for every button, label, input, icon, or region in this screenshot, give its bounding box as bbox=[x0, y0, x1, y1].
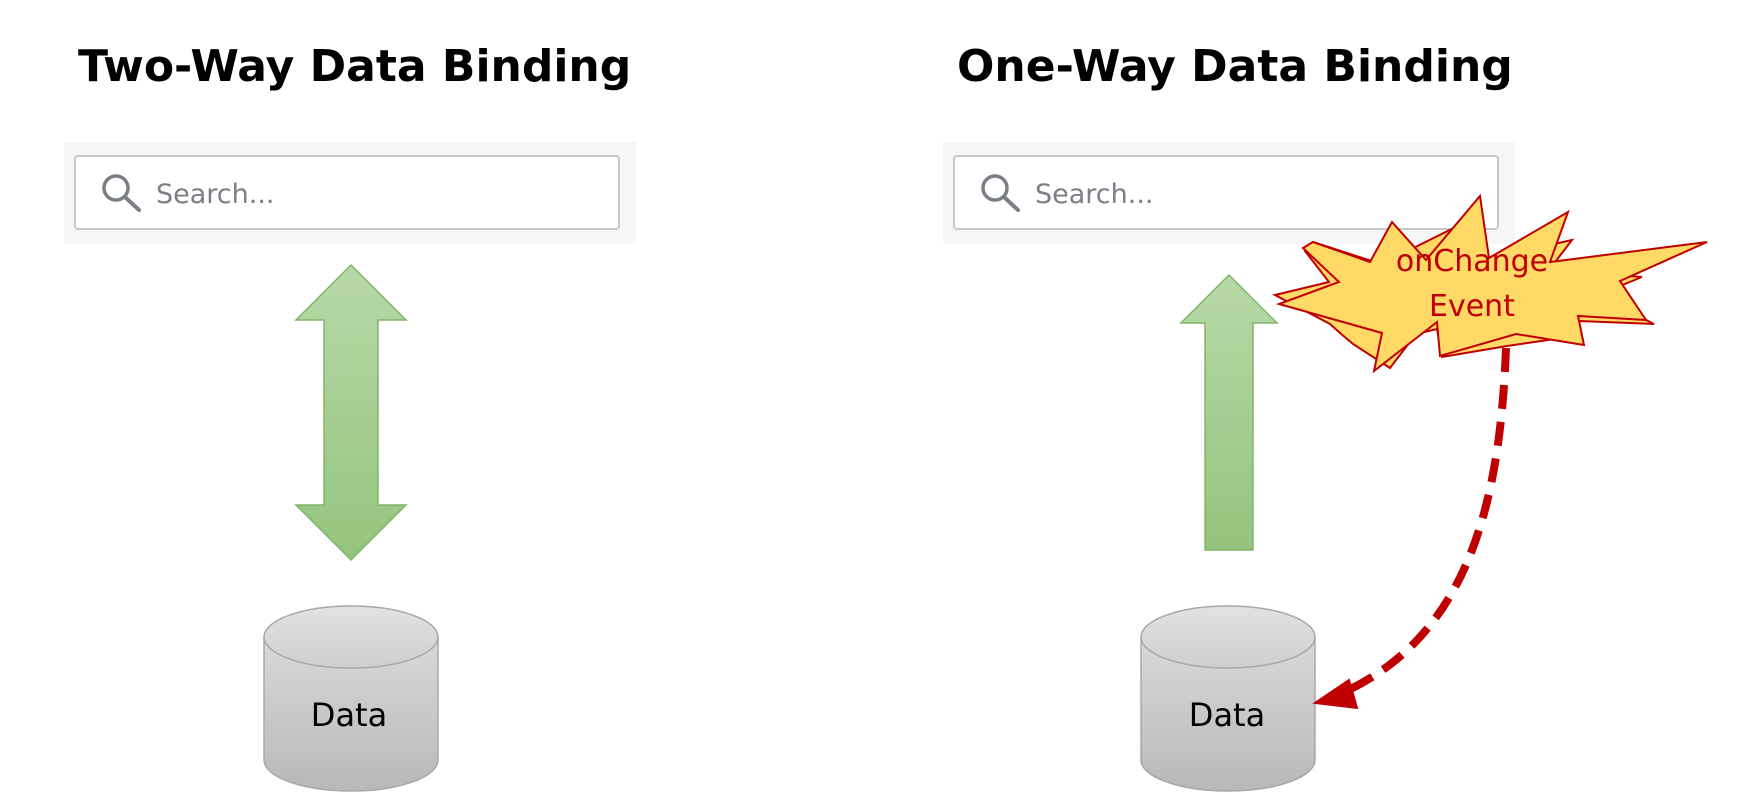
one-way-search-widget: Search... bbox=[943, 142, 1515, 244]
database-top bbox=[1140, 605, 1316, 669]
database-top bbox=[263, 605, 439, 669]
two-way-database: Data bbox=[263, 605, 439, 792]
event-label-line1: onChange bbox=[1396, 244, 1548, 279]
data-binding-diagram: Two-Way Data Binding Search... Data One-… bbox=[64, 41, 1708, 792]
event-dashed-arrow bbox=[1312, 347, 1510, 710]
dashed-arrow-line bbox=[1333, 347, 1510, 700]
database-label: Data bbox=[1189, 696, 1265, 734]
event-label-line2: Event bbox=[1429, 289, 1515, 324]
up-arrow-icon bbox=[1179, 273, 1279, 551]
double-headed-arrow-icon bbox=[294, 263, 408, 562]
database-label: Data bbox=[311, 696, 387, 734]
search-placeholder: Search... bbox=[156, 179, 275, 210]
two-way-title: Two-Way Data Binding bbox=[78, 41, 631, 92]
search-placeholder: Search... bbox=[1035, 179, 1154, 210]
dashed-arrow-head-icon bbox=[1312, 678, 1359, 710]
one-way-title: One-Way Data Binding bbox=[957, 41, 1513, 92]
one-way-panel: One-Way Data Binding Search... Data onCh… bbox=[943, 41, 1708, 792]
two-way-search-widget: Search... bbox=[64, 142, 636, 244]
one-way-database: Data bbox=[1140, 605, 1316, 792]
two-way-panel: Two-Way Data Binding Search... Data bbox=[64, 41, 636, 792]
